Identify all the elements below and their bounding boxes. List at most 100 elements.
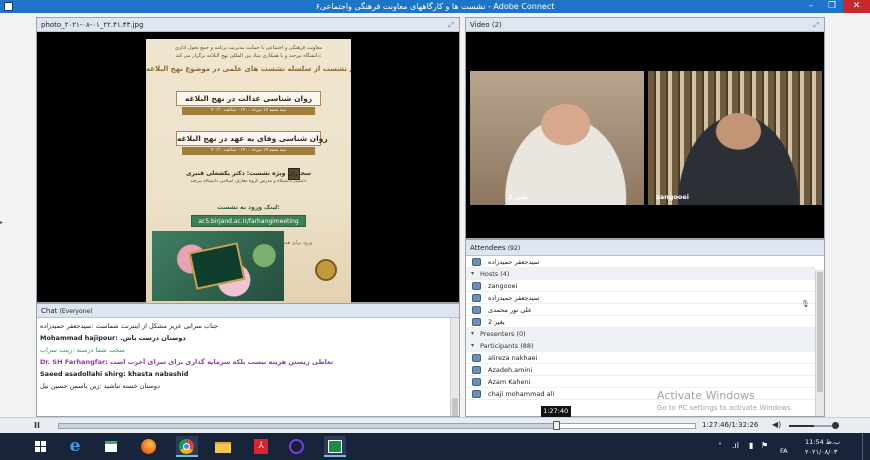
user-icon [472,366,481,374]
minimize-button[interactable]: – [800,0,822,13]
meeting-stage: photo_۲۰۲۱-۰۸-۰۱_۲۲.۴۱.۴۳.jpg ⤢ معاونت ف… [0,13,870,417]
host-item[interactable]: 2 یغیر [466,316,815,328]
speaker-icon[interactable]: ◀) [772,420,781,429]
collapse-arrow-icon[interactable]: ▾ [471,340,474,351]
collapse-arrow-icon[interactable]: ▾ [471,268,474,279]
seek-progress [59,424,557,428]
activate-windows-note: Go to PC settings to activate Windows. [657,404,793,412]
user-icon [472,258,481,266]
flag-icon[interactable]: ⚑ [761,441,768,450]
host-item[interactable]: zangooei [466,280,815,292]
battery-icon[interactable]: ▮ [749,441,753,450]
chat-message: دوستان خسته نباشید :زین یاسمن حسین نیل [40,382,160,390]
fullscreen-icon[interactable]: ⤢ [448,18,454,31]
presenters-section[interactable]: ▾ Presenters (0) [466,328,815,340]
video-pod-header: Video (2) ⤢ [466,18,824,32]
restore-button[interactable]: ❐ [822,0,842,13]
photo-pod-header: photo_۲۰۲۱-۰۸-۰۱_۲۲.۴۱.۴۳.jpg ⤢ [37,18,459,32]
host-item[interactable]: سیدجعفر حمیدزاده [466,292,815,304]
poster-speaker-sub: دانشیار دانشگاه و مدرس گروه معارف اسلامی… [190,179,307,184]
host-item[interactable]: علی نور محمدی [466,304,815,316]
volume-level [789,425,815,427]
attendee-name: Azam Kaheni [488,378,531,386]
seek-handle[interactable] [552,421,560,430]
fullscreen-icon[interactable]: ⤢ [813,18,819,31]
chat-scrollbar[interactable] [450,318,459,416]
chat-message: جناب سرابی عزیز مشکل از اینترنت شماست :س… [40,322,219,330]
chat-scroll-thumb[interactable] [452,398,458,416]
attendee-self[interactable]: سیدجعفر حمیدزاده [466,256,815,268]
attendees-count: (92) [507,245,521,252]
video-count: (2) [491,21,502,29]
user-icon [472,390,481,398]
pause-button[interactable]: II [34,420,46,432]
activate-windows-title: Activate Windows [657,389,755,402]
windows-start-icon[interactable] [30,436,52,457]
poster-talk-1: روان شناسی عدالت در نهج البلاغه [184,94,313,103]
clock-time[interactable]: 11:54 ب.ظ [805,438,840,446]
attendees-pod-header: Attendees (92) [466,240,824,256]
video-canvas: 2 یغیر zangooei [466,32,824,238]
network-icon[interactable]: .ıl [732,441,739,450]
firefox-icon[interactable] [138,436,160,457]
attendee-list: سیدجعفر حمیدزاده ▾ Hosts (4) zangooei سیدجعف… [466,256,824,416]
attendee-name: علی نور محمدی [488,306,532,314]
hosts-section[interactable]: ▾ Hosts (4) [466,268,815,280]
show-desktop-button[interactable] [862,433,863,460]
attendee-name: zangooei [488,282,518,290]
poster-flowers-image [152,231,284,301]
file-explorer-icon[interactable] [212,436,234,457]
attendee-name: alireza nakhaei [488,354,538,362]
store-icon[interactable] [100,436,122,457]
left-expand-icon[interactable]: ▸ [0,219,6,227]
participants-section[interactable]: ▾ Participants (88) [466,340,815,352]
photo-canvas: معاونت فرهنگی و اجتماعی با حمایت مدیریت … [37,32,459,303]
collapse-arrow-icon[interactable]: ▾ [471,328,474,339]
user-icon [472,282,481,290]
photo-pod-title: photo_۲۰۲۱-۰۸-۰۱_۲۲.۴۱.۴۳.jpg [41,21,144,29]
close-button[interactable]: ✕ [843,0,870,13]
poster-link: ac5.birjand.ac.ir/farhangimeeting [191,215,306,227]
adobe-connect-icon[interactable] [324,436,346,457]
volume-slider[interactable] [789,425,835,427]
attendee-scrollbar[interactable] [815,270,824,416]
seek-track[interactable] [58,421,696,430]
firefox-dark-icon[interactable] [286,436,308,457]
participant-item[interactable]: chaji mohammad ali [466,388,815,400]
recording-playback-bar: II 1:27:40 1:27:46/1:32:26 ◀) [0,406,870,433]
attendee-name: Presenters (0) [480,330,526,338]
chrome-icon[interactable] [176,436,198,457]
video-title: Video [470,21,490,29]
participant-item[interactable]: alireza nakhaei [466,352,815,364]
attendees-title: Attendees [470,244,506,252]
participant-item[interactable]: Azadeh.amini [466,364,815,376]
attendee-name: Hosts (4) [480,270,510,278]
poster-talk-1-banner: روان شناسی عدالت در نهج البلاغه [176,91,321,106]
user-icon [472,354,481,362]
participant-item[interactable]: Azam Kaheni [466,376,815,388]
camera-1-name: 2 یغیر [508,193,528,201]
poster-seal-logo [315,259,337,281]
attendee-scroll-thumb[interactable] [817,272,823,392]
poster-link-label: لینک ورود به نشست: [217,204,280,211]
photo-pod: photo_۲۰۲۱-۰۸-۰۱_۲۲.۴۱.۴۳.jpg ⤢ معاونت ف… [36,17,460,303]
volume-handle[interactable] [832,422,839,429]
tray-chevron-icon[interactable]: ˄ [718,442,722,451]
chat-messages: جناب سرابی عزیز مشکل از اینترنت شماست :س… [37,318,459,416]
chat-message: Saeed asadollahi shirg: khasta nabashid [40,370,189,378]
chat-title: Chat [41,307,58,315]
clock-date[interactable]: ۲۰۲۱/۰۸/۰۳ [805,448,837,456]
poster-book-image [188,242,246,290]
poster-series: دومین نشست از سلسله نشست های علمی در موض… [146,65,351,73]
user-icon [472,294,481,302]
seek-tooltip: 1:27:40 [540,406,571,417]
camera-feed-2: zangooei [648,71,822,205]
acrobat-reader-icon[interactable]: ⅄ [250,436,272,457]
chat-pod: Chat (Everyone) جناب سرابی عزیز مشکل از … [36,303,460,417]
camera-2-name: zangooei [656,193,690,201]
internet-explorer-icon[interactable]: e [64,436,86,457]
language-indicator[interactable]: FA [780,447,788,455]
video-pod: Video (2) ⤢ 2 یغیر zangooei [465,17,825,239]
user-icon [472,318,481,326]
attendee-name: سیدجعفر حمیدزاده [488,258,540,266]
